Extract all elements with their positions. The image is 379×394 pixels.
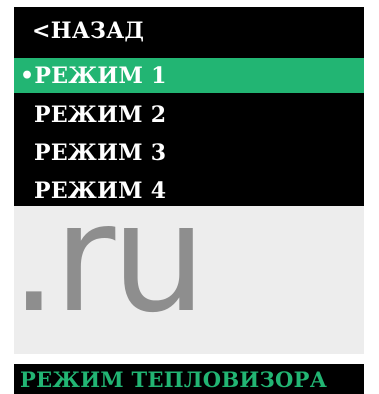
watermark-area: .ru [14, 206, 364, 354]
device-screen: <НАЗАД •РЕЖИМ 1 РЕЖИМ 2 РЕЖИМ 3 РЕЖИМ 4 … [0, 0, 379, 394]
status-bar: РЕЖИМ ТЕПЛОВИЗОРА [14, 364, 364, 394]
menu-item-mode-2[interactable]: РЕЖИМ 2 [14, 97, 364, 132]
menu-item-mode-1[interactable]: •РЕЖИМ 1 [14, 58, 364, 93]
menu-item-mode-4[interactable]: РЕЖИМ 4 [14, 173, 364, 208]
menu-panel: <НАЗАД •РЕЖИМ 1 РЕЖИМ 2 РЕЖИМ 3 РЕЖИМ 4 [14, 7, 364, 206]
back-menu-item[interactable]: <НАЗАД [14, 13, 364, 48]
watermark-text: .ru [14, 206, 206, 346]
menu-item-mode-3[interactable]: РЕЖИМ 3 [14, 135, 364, 170]
